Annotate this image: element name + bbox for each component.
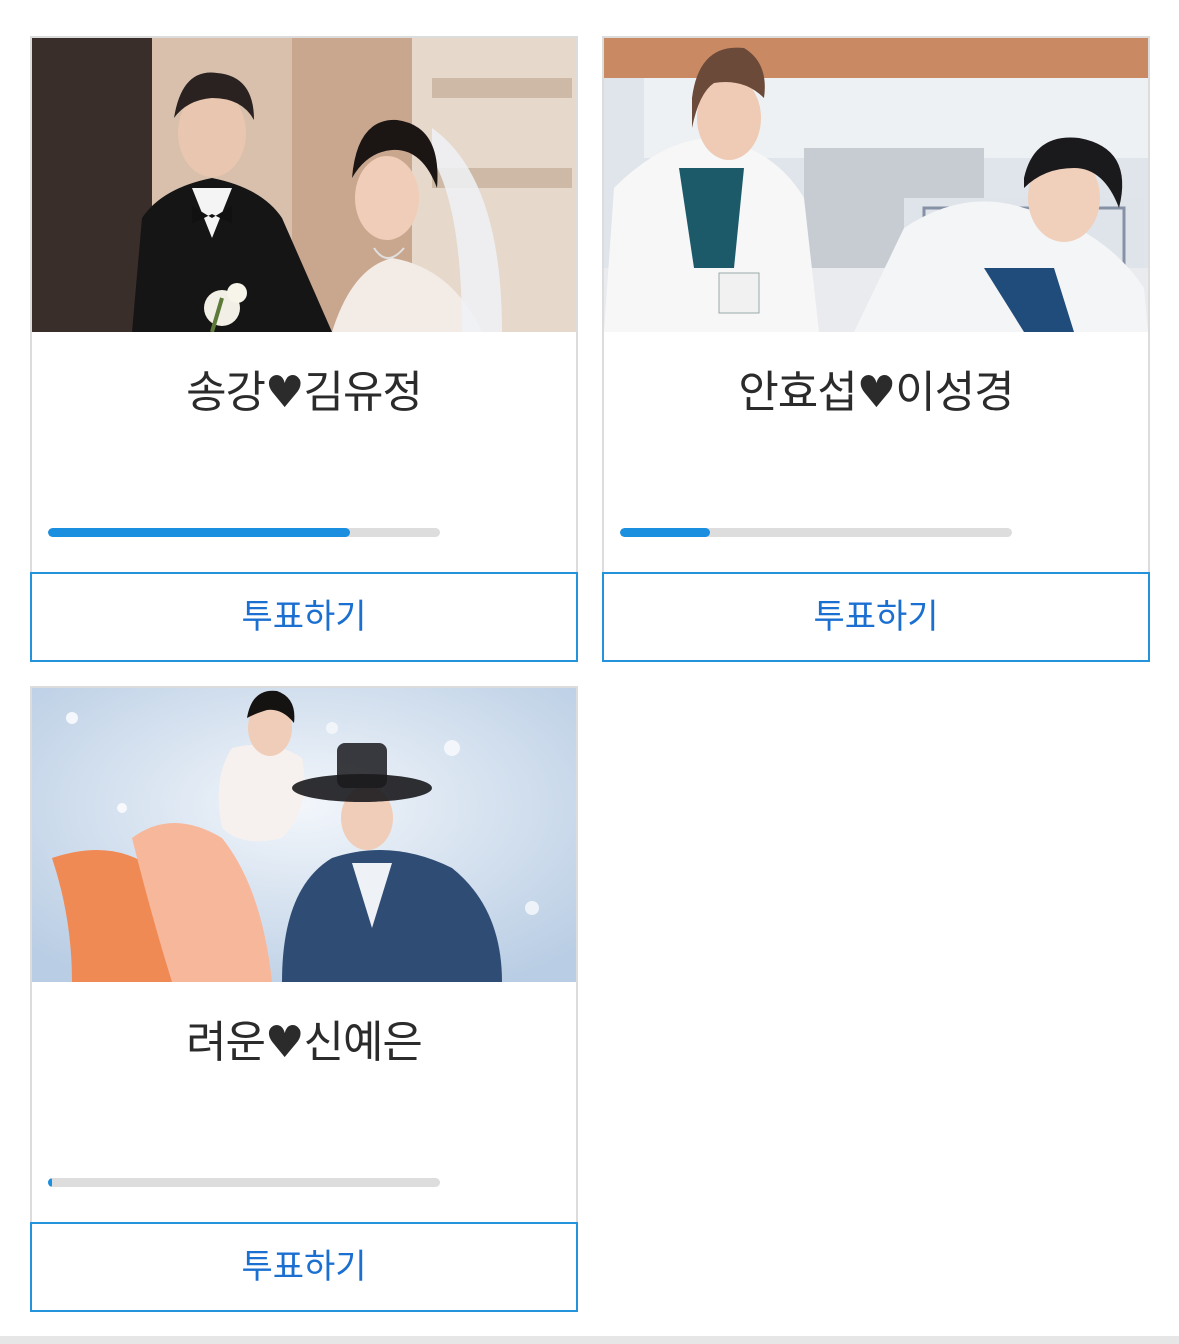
vote-progress-fill	[48, 1178, 52, 1187]
candidate-name: 송강♥김유정	[186, 367, 423, 418]
candidate-photo	[604, 38, 1148, 332]
vote-progress-fill	[48, 528, 350, 537]
vote-progress-fill	[620, 528, 710, 537]
candidate-card-body: 송강♥김유정	[30, 36, 578, 574]
candidate-card-1: 송강♥김유정 투표하기	[30, 36, 578, 662]
candidate-photo	[32, 688, 576, 982]
candidate-card-2: 안효섭♥이성경 투표하기	[602, 36, 1150, 662]
candidate-card-body: 려운♥신예은	[30, 686, 578, 1224]
candidate-name: 려운♥신예은	[186, 1017, 423, 1068]
vote-button[interactable]: 투표하기	[602, 572, 1150, 662]
vote-progress-track	[48, 528, 440, 537]
candidate-photo	[32, 38, 576, 332]
candidate-card-3: 려운♥신예은 투표하기	[30, 686, 578, 1312]
candidate-card-body: 안효섭♥이성경	[602, 36, 1150, 574]
vote-button[interactable]: 투표하기	[30, 572, 578, 662]
vote-progress-track	[48, 1178, 440, 1187]
vote-button[interactable]: 투표하기	[30, 1222, 578, 1312]
candidate-name: 안효섭♥이성경	[738, 367, 1014, 418]
vote-progress-track	[620, 528, 1012, 537]
page-bottom-divider	[0, 1336, 1179, 1344]
